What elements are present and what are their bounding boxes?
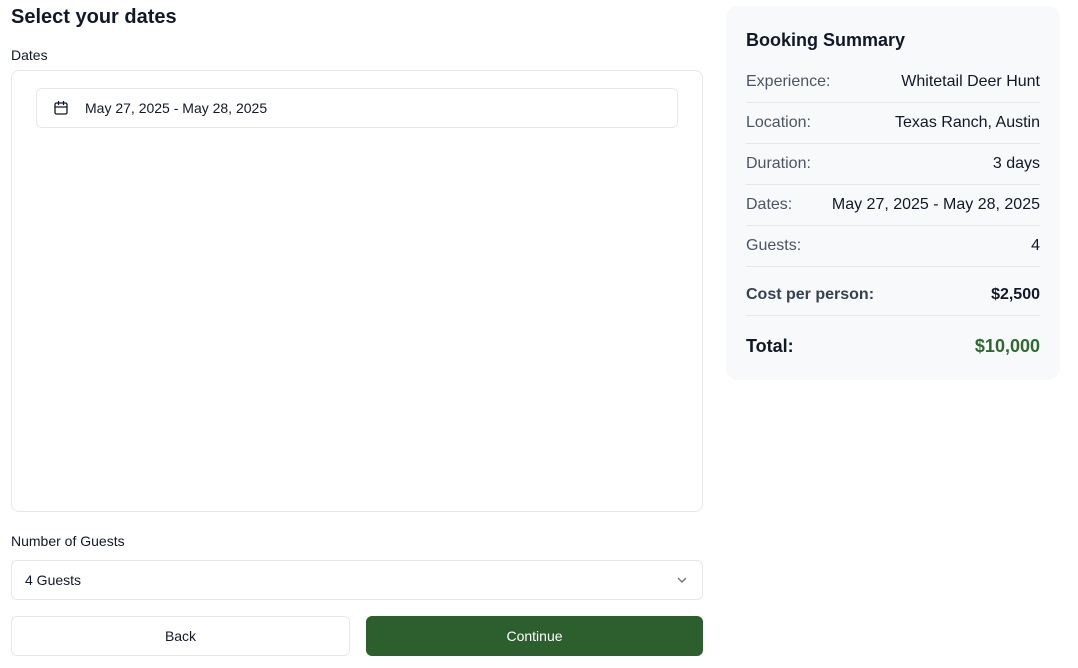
guests-select[interactable]: 4 Guests <box>11 560 703 600</box>
duration-label: Duration: <box>746 155 811 172</box>
experience-label: Experience: <box>746 73 831 90</box>
summary-row-experience: Experience: Whitetail Deer Hunt <box>746 62 1040 103</box>
total-label: Total: <box>746 335 794 356</box>
summary-dates-label: Dates: <box>746 196 793 213</box>
date-range-value: May 27, 2025 - May 28, 2025 <box>85 100 268 116</box>
guests-selected-value: 4 Guests <box>25 572 82 588</box>
calendar-panel: May 27, 2025 - May 28, 2025 <box>11 70 703 512</box>
summary-row-dates: Dates: May 27, 2025 - May 28, 2025 <box>746 185 1040 226</box>
location-label: Location: <box>746 114 811 131</box>
total-value: $10,000 <box>974 335 1040 356</box>
summary-row-location: Location: Texas Ranch, Austin <box>746 103 1040 144</box>
cost-per-person-value: $2,500 <box>991 286 1040 303</box>
summary-row-guests: Guests: 4 <box>746 226 1040 267</box>
booking-summary-card: Booking Summary Experience: Whitetail De… <box>726 6 1060 380</box>
back-button[interactable]: Back <box>11 616 350 656</box>
summary-row-duration: Duration: 3 days <box>746 144 1040 185</box>
summary-guests-value: 4 <box>1031 237 1040 254</box>
summary-guests-label: Guests: <box>746 237 802 254</box>
chevron-down-icon <box>674 572 690 588</box>
summary-title: Booking Summary <box>746 30 906 50</box>
summary-rows: Experience: Whitetail Deer Hunt Location… <box>746 62 1040 374</box>
experience-value: Whitetail Deer Hunt <box>901 73 1040 90</box>
summary-row-total: Total: $10,000 <box>746 316 1040 374</box>
location-value: Texas Ranch, Austin <box>895 114 1040 131</box>
continue-button[interactable]: Continue <box>366 616 703 656</box>
calendar-icon <box>53 100 69 116</box>
duration-value: 3 days <box>992 155 1040 172</box>
cost-per-person-label: Cost per person: <box>746 286 875 303</box>
dates-label: Dates <box>11 47 48 63</box>
summary-row-cost-per-person: Cost per person: $2,500 <box>746 267 1040 316</box>
guests-label: Number of Guests <box>11 533 125 549</box>
summary-dates-value: May 27, 2025 - May 28, 2025 <box>831 196 1040 213</box>
date-range-picker[interactable]: May 27, 2025 - May 28, 2025 <box>36 88 678 128</box>
page-title: Select your dates <box>11 6 177 28</box>
